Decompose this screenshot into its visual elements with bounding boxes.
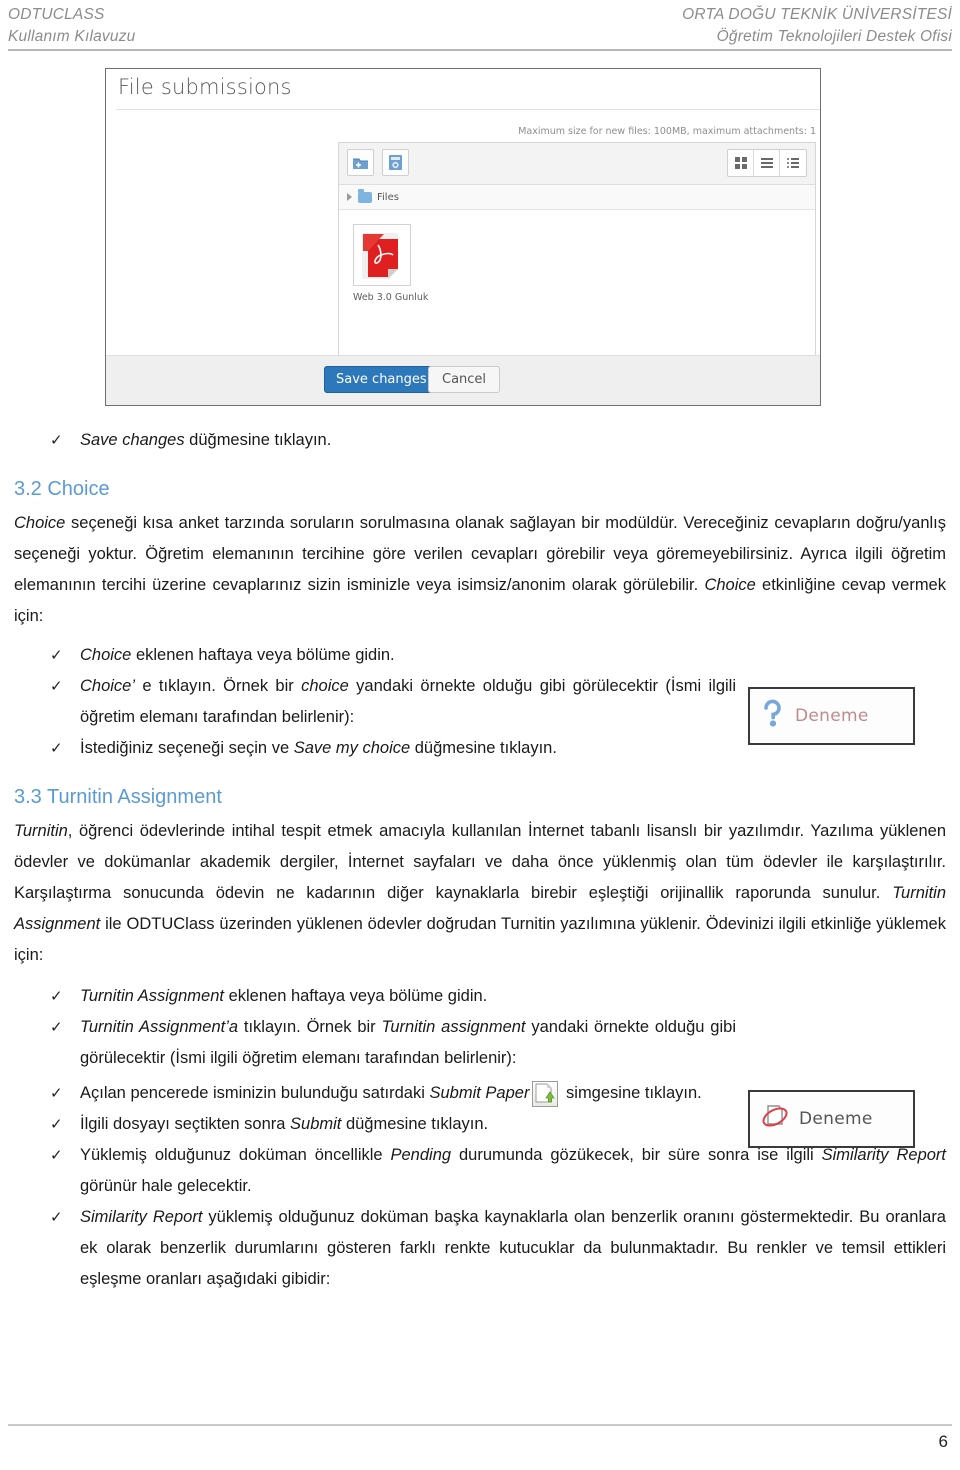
file-picker: Files Web 3.0 Gunluk xyxy=(338,142,816,361)
bullet-save-italic: Save changes xyxy=(80,431,185,449)
tn-c3-t3: görünür hale gelecektir. xyxy=(80,1177,252,1195)
tn-c2-i2: Submit xyxy=(290,1115,342,1133)
file-item-label: Web 3.0 Gunluk xyxy=(353,292,429,303)
page-header: ODTUCLASS Kullanım Kılavuzu ORTA DOĞU TE… xyxy=(8,4,952,50)
question-mark-icon xyxy=(760,699,786,734)
pdf-file-icon xyxy=(353,224,411,286)
header-divider xyxy=(8,49,952,51)
tn-c4-i1: Similarity Report xyxy=(80,1208,203,1226)
choice-b3-i2: Save my choice xyxy=(293,739,411,757)
cancel-button[interactable]: Cancel xyxy=(428,366,501,393)
check-icon: ✓ xyxy=(50,647,63,664)
header-left: ODTUCLASS Kullanım Kılavuzu xyxy=(8,4,135,48)
header-university: ORTA DOĞU TEKNİK ÜNİVERSİTESİ xyxy=(682,6,952,23)
bullet-save-rest: düğmesine tıklayın. xyxy=(184,431,332,449)
check-icon: ✓ xyxy=(50,1019,63,1036)
file-picker-toolbar xyxy=(339,143,815,185)
folder-icon xyxy=(358,188,372,203)
check-icon: ✓ xyxy=(50,740,63,757)
header-doc-subtitle: Kullanım Kılavuzu xyxy=(8,28,136,45)
tn-b1-t1: eklenen haftaya veya bölüme gidin. xyxy=(223,987,488,1005)
paragraph-choice: Choice seçeneği kısa anket tarzında soru… xyxy=(14,508,946,632)
tn-b2-i2: Turnitin assignment xyxy=(381,1018,526,1036)
check-icon: ✓ xyxy=(50,1085,63,1102)
turnitin-body-2: ile ODTUClass üzerinden yüklenen ödevler… xyxy=(14,915,946,964)
list-item: ✓ Choice eklenen haftaya veya bölüme gid… xyxy=(14,640,946,671)
choice-b1-i1: Choice xyxy=(80,646,132,664)
submit-paper-icon xyxy=(532,1081,559,1107)
screenshot-body: Maximum size for new files: 100MB, maxim… xyxy=(106,110,820,361)
check-icon: ✓ xyxy=(50,1147,63,1164)
tn-c3-i2: Pending xyxy=(390,1146,452,1164)
check-icon: ✓ xyxy=(50,1209,63,1226)
section-heading-choice: 3.2 Choice xyxy=(14,478,110,500)
list-item: ✓ Turnitin Assignment eklenen haftaya ve… xyxy=(14,981,946,1012)
tn-c3-t2: durumunda gözükecek, bir süre sonra ise … xyxy=(451,1146,822,1164)
list-view-icon[interactable] xyxy=(754,150,780,176)
bullet-list-turnitin-a: ✓ Turnitin Assignment eklenen haftaya ve… xyxy=(14,981,946,1074)
tn-b2-i1: Turnitin Assignment’a xyxy=(80,1018,239,1036)
tn-c2-t1: İlgili dosyayı seçtikten sonra xyxy=(80,1115,291,1133)
header-doc-title: ODTUCLASS xyxy=(8,6,105,23)
turnitin-example-box: Deneme xyxy=(748,1090,915,1148)
max-size-note: Maximum size for new files: 100MB, maxim… xyxy=(518,126,816,137)
tn-c1-i2: Submit Paper xyxy=(429,1084,530,1102)
check-icon: ✓ xyxy=(50,988,63,1005)
tn-c3-t1: Yüklemiş olduğunuz doküman öncellikle xyxy=(80,1146,391,1164)
screenshot-footer: Save changes Cancel xyxy=(106,355,820,405)
tn-b2-t1: tıklayın. Örnek bir xyxy=(238,1018,382,1036)
bullet-list-save: ✓ Save changes düğmesine tıklayın. xyxy=(14,425,946,456)
check-icon: ✓ xyxy=(50,1116,63,1133)
tn-c1-t1: Açılan pencerede isminizin bulunduğu sat… xyxy=(80,1084,430,1102)
choice-example-box: Deneme xyxy=(748,687,915,745)
choice-b2-i2: choice xyxy=(301,677,349,695)
choice-term-1: Choice xyxy=(14,514,66,532)
grid-view-icon[interactable] xyxy=(728,150,754,176)
add-file-icon[interactable] xyxy=(347,149,374,176)
file-list: Web 3.0 Gunluk xyxy=(339,210,815,328)
save-changes-button[interactable]: Save changes xyxy=(324,366,439,393)
turnitin-paper-icon xyxy=(760,1102,790,1137)
choice-b1-t1: eklenen haftaya veya bölüme gidin. xyxy=(131,646,395,664)
tn-c1-t2: simgesine tıklayın. xyxy=(561,1084,702,1102)
choice-b3-t1: İstediğiniz seçeneği seçin ve xyxy=(80,739,294,757)
turnitin-body-1: , öğrenci ödevlerinde intihal tespit etm… xyxy=(14,822,946,902)
list-item: ✓ Similarity Report yüklemiş olduğunuz d… xyxy=(14,1202,946,1295)
check-icon: ✓ xyxy=(50,678,63,695)
choice-b2-t1: e tıklayın. Örnek bir xyxy=(135,677,302,695)
tn-c3-i3: Similarity Report xyxy=(821,1146,946,1164)
check-icon: ✓ xyxy=(50,432,63,449)
page-number: 6 xyxy=(938,1432,948,1451)
turnitin-example-label: Deneme xyxy=(799,1109,873,1129)
choice-example-label: Deneme xyxy=(795,706,869,726)
header-right: ORTA DOĞU TEKNİK ÜNİVERSİTESİ Öğretim Te… xyxy=(682,4,952,48)
footer-divider xyxy=(8,1424,952,1426)
list-item: ✓ Yüklemiş olduğunuz doküman öncellikle … xyxy=(14,1140,946,1202)
tree-view-icon[interactable] xyxy=(780,150,806,176)
turnitin-term-1: Turnitin xyxy=(14,822,68,840)
file-item[interactable]: Web 3.0 Gunluk xyxy=(353,224,429,303)
header-office: Öğretim Teknolojileri Destek Ofisi xyxy=(716,28,952,45)
create-folder-icon[interactable] xyxy=(382,149,409,176)
choice-term-2: Choice xyxy=(704,576,756,594)
section-heading-turnitin: 3.3 Turnitin Assignment xyxy=(14,786,222,808)
tn-b1-i1: Turnitin Assignment xyxy=(80,987,224,1005)
breadcrumb-label: Files xyxy=(377,191,399,203)
document-body: ✓ Save changes düğmesine tıklayın. 3.2 C… xyxy=(14,425,946,1295)
file-picker-breadcrumb[interactable]: Files xyxy=(339,185,815,210)
choice-b2-i1: Choice’ xyxy=(80,677,136,695)
screenshot-title: File submissions xyxy=(106,69,820,109)
choice-b3-t2: düğmesine tıklayın. xyxy=(410,739,557,757)
tn-c2-t2: düğmesine tıklayın. xyxy=(341,1115,489,1133)
list-item: ✓ Save changes düğmesine tıklayın. xyxy=(14,425,946,456)
view-mode-group[interactable] xyxy=(727,149,807,177)
list-item: ✓ Turnitin Assignment’a tıklayın. Örnek … xyxy=(14,1012,946,1074)
chevron-right-icon xyxy=(347,193,352,201)
file-submissions-screenshot: File submissions Maximum size for new fi… xyxy=(105,68,821,406)
tn-c4-t1: yüklemiş olduğunuz doküman başka kaynakl… xyxy=(80,1208,946,1288)
paragraph-turnitin: Turnitin, öğrenci ödevlerinde intihal te… xyxy=(14,816,946,971)
